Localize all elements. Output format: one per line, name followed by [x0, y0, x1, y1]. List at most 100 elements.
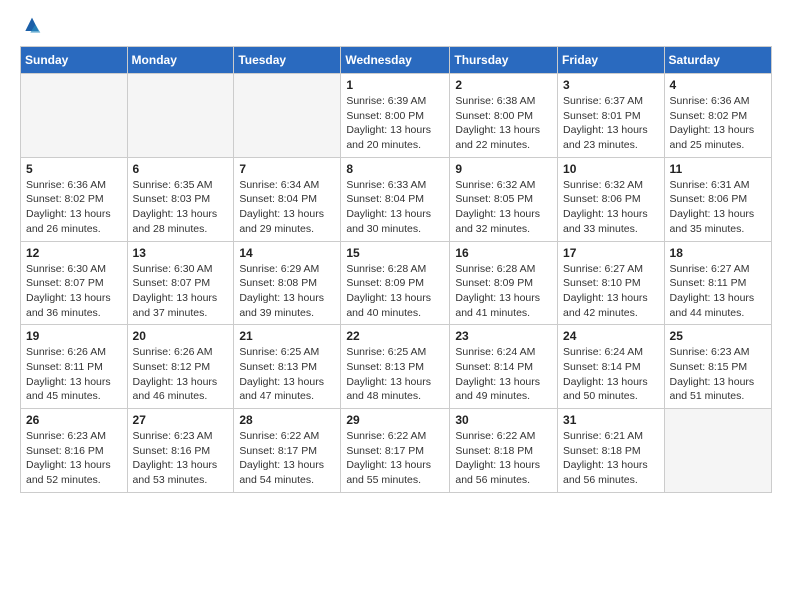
calendar-cell: 19 Sunrise: 6:26 AMSunset: 8:11 PMDayligh…	[21, 325, 128, 409]
day-info: Sunrise: 6:23 AMSunset: 8:16 PMDaylight:…	[26, 429, 122, 488]
calendar-cell: 17 Sunrise: 6:27 AMSunset: 8:10 PMDayligh…	[558, 241, 665, 325]
weekday-header: Saturday	[664, 47, 771, 74]
day-number: 19	[26, 329, 122, 343]
calendar-cell	[127, 74, 234, 158]
calendar-cell: 8 Sunrise: 6:33 AMSunset: 8:04 PMDaylight…	[341, 157, 450, 241]
calendar-cell: 26 Sunrise: 6:23 AMSunset: 8:16 PMDayligh…	[21, 409, 128, 493]
calendar-cell: 21 Sunrise: 6:25 AMSunset: 8:13 PMDayligh…	[234, 325, 341, 409]
day-info: Sunrise: 6:36 AMSunset: 8:02 PMDaylight:…	[670, 94, 766, 153]
day-number: 17	[563, 246, 659, 260]
day-info: Sunrise: 6:28 AMSunset: 8:09 PMDaylight:…	[455, 262, 552, 321]
day-number: 5	[26, 162, 122, 176]
day-info: Sunrise: 6:23 AMSunset: 8:15 PMDaylight:…	[670, 345, 766, 404]
calendar-cell: 29 Sunrise: 6:22 AMSunset: 8:17 PMDayligh…	[341, 409, 450, 493]
day-number: 30	[455, 413, 552, 427]
calendar-cell: 22 Sunrise: 6:25 AMSunset: 8:13 PMDayligh…	[341, 325, 450, 409]
day-number: 2	[455, 78, 552, 92]
day-info: Sunrise: 6:31 AMSunset: 8:06 PMDaylight:…	[670, 178, 766, 237]
day-number: 18	[670, 246, 766, 260]
weekday-header: Wednesday	[341, 47, 450, 74]
calendar-week-row: 12 Sunrise: 6:30 AMSunset: 8:07 PMDayligh…	[21, 241, 772, 325]
day-info: Sunrise: 6:33 AMSunset: 8:04 PMDaylight:…	[346, 178, 444, 237]
calendar-cell: 1Sunrise: 6:39 AMSunset: 8:00 PMDaylight…	[341, 74, 450, 158]
day-number: 29	[346, 413, 444, 427]
calendar-week-row: 5Sunrise: 6:36 AMSunset: 8:02 PMDaylight…	[21, 157, 772, 241]
day-number: 16	[455, 246, 552, 260]
calendar-cell: 5Sunrise: 6:36 AMSunset: 8:02 PMDaylight…	[21, 157, 128, 241]
calendar-cell: 7 Sunrise: 6:34 AMSunset: 8:04 PMDaylight…	[234, 157, 341, 241]
page-header	[20, 16, 772, 36]
calendar-cell: 16 Sunrise: 6:28 AMSunset: 8:09 PMDayligh…	[450, 241, 558, 325]
calendar-cell	[664, 409, 771, 493]
day-number: 1	[346, 78, 444, 92]
calendar-cell: 13 Sunrise: 6:30 AMSunset: 8:07 PMDayligh…	[127, 241, 234, 325]
day-number: 23	[455, 329, 552, 343]
day-info: Sunrise: 6:34 AMSunset: 8:04 PMDaylight:…	[239, 178, 335, 237]
calendar-cell: 31 Sunrise: 6:21 AMSunset: 8:18 PMDayligh…	[558, 409, 665, 493]
calendar-cell: 9 Sunrise: 6:32 AMSunset: 8:05 PMDaylight…	[450, 157, 558, 241]
logo	[20, 16, 42, 36]
day-info: Sunrise: 6:27 AMSunset: 8:10 PMDaylight:…	[563, 262, 659, 321]
calendar-cell: 14 Sunrise: 6:29 AMSunset: 8:08 PMDayligh…	[234, 241, 341, 325]
day-info: Sunrise: 6:22 AMSunset: 8:17 PMDaylight:…	[346, 429, 444, 488]
day-number: 9	[455, 162, 552, 176]
day-number: 25	[670, 329, 766, 343]
calendar-week-row: 26 Sunrise: 6:23 AMSunset: 8:16 PMDayligh…	[21, 409, 772, 493]
weekday-header: Monday	[127, 47, 234, 74]
day-info: Sunrise: 6:21 AMSunset: 8:18 PMDaylight:…	[563, 429, 659, 488]
weekday-header: Thursday	[450, 47, 558, 74]
weekday-header: Sunday	[21, 47, 128, 74]
day-info: Sunrise: 6:30 AMSunset: 8:07 PMDaylight:…	[26, 262, 122, 321]
day-info: Sunrise: 6:29 AMSunset: 8:08 PMDaylight:…	[239, 262, 335, 321]
day-number: 21	[239, 329, 335, 343]
day-number: 14	[239, 246, 335, 260]
day-number: 7	[239, 162, 335, 176]
day-info: Sunrise: 6:35 AMSunset: 8:03 PMDaylight:…	[133, 178, 229, 237]
day-info: Sunrise: 6:25 AMSunset: 8:13 PMDaylight:…	[239, 345, 335, 404]
day-number: 22	[346, 329, 444, 343]
calendar-cell: 27Sunrise: 6:23 AMSunset: 8:16 PMDayligh…	[127, 409, 234, 493]
calendar-table: SundayMondayTuesdayWednesdayThursdayFrid…	[20, 46, 772, 493]
day-number: 12	[26, 246, 122, 260]
day-number: 24	[563, 329, 659, 343]
calendar-cell: 3 Sunrise: 6:37 AMSunset: 8:01 PMDaylight…	[558, 74, 665, 158]
calendar-cell: 4Sunrise: 6:36 AMSunset: 8:02 PMDaylight…	[664, 74, 771, 158]
day-info: Sunrise: 6:38 AMSunset: 8:00 PMDaylight:…	[455, 94, 552, 153]
calendar-cell: 10 Sunrise: 6:32 AMSunset: 8:06 PMDayligh…	[558, 157, 665, 241]
day-info: Sunrise: 6:22 AMSunset: 8:17 PMDaylight:…	[239, 429, 335, 488]
day-info: Sunrise: 6:28 AMSunset: 8:09 PMDaylight:…	[346, 262, 444, 321]
day-info: Sunrise: 6:32 AMSunset: 8:05 PMDaylight:…	[455, 178, 552, 237]
day-number: 10	[563, 162, 659, 176]
day-number: 31	[563, 413, 659, 427]
day-info: Sunrise: 6:24 AMSunset: 8:14 PMDaylight:…	[563, 345, 659, 404]
calendar-cell: 12 Sunrise: 6:30 AMSunset: 8:07 PMDayligh…	[21, 241, 128, 325]
calendar-cell: 24 Sunrise: 6:24 AMSunset: 8:14 PMDayligh…	[558, 325, 665, 409]
calendar-cell: 25 Sunrise: 6:23 AMSunset: 8:15 PMDayligh…	[664, 325, 771, 409]
day-info: Sunrise: 6:22 AMSunset: 8:18 PMDaylight:…	[455, 429, 552, 488]
day-info: Sunrise: 6:30 AMSunset: 8:07 PMDaylight:…	[133, 262, 229, 321]
day-info: Sunrise: 6:23 AMSunset: 8:16 PMDaylight:…	[133, 429, 229, 488]
day-info: Sunrise: 6:27 AMSunset: 8:11 PMDaylight:…	[670, 262, 766, 321]
calendar-cell: 23Sunrise: 6:24 AMSunset: 8:14 PMDayligh…	[450, 325, 558, 409]
calendar-cell: 15 Sunrise: 6:28 AMSunset: 8:09 PMDayligh…	[341, 241, 450, 325]
day-number: 8	[346, 162, 444, 176]
day-info: Sunrise: 6:37 AMSunset: 8:01 PMDaylight:…	[563, 94, 659, 153]
calendar-cell: 18 Sunrise: 6:27 AMSunset: 8:11 PMDayligh…	[664, 241, 771, 325]
calendar-cell: 30 Sunrise: 6:22 AMSunset: 8:18 PMDayligh…	[450, 409, 558, 493]
calendar-cell: 11 Sunrise: 6:31 AMSunset: 8:06 PMDayligh…	[664, 157, 771, 241]
day-number: 15	[346, 246, 444, 260]
day-number: 11	[670, 162, 766, 176]
calendar-week-row: 1Sunrise: 6:39 AMSunset: 8:00 PMDaylight…	[21, 74, 772, 158]
day-number: 13	[133, 246, 229, 260]
day-info: Sunrise: 6:25 AMSunset: 8:13 PMDaylight:…	[346, 345, 444, 404]
day-info: Sunrise: 6:32 AMSunset: 8:06 PMDaylight:…	[563, 178, 659, 237]
day-number: 26	[26, 413, 122, 427]
calendar-cell	[234, 74, 341, 158]
day-info: Sunrise: 6:26 AMSunset: 8:11 PMDaylight:…	[26, 345, 122, 404]
weekday-header-row: SundayMondayTuesdayWednesdayThursdayFrid…	[21, 47, 772, 74]
calendar-week-row: 19 Sunrise: 6:26 AMSunset: 8:11 PMDayligh…	[21, 325, 772, 409]
weekday-header: Tuesday	[234, 47, 341, 74]
day-number: 3	[563, 78, 659, 92]
day-info: Sunrise: 6:26 AMSunset: 8:12 PMDaylight:…	[133, 345, 229, 404]
day-number: 6	[133, 162, 229, 176]
